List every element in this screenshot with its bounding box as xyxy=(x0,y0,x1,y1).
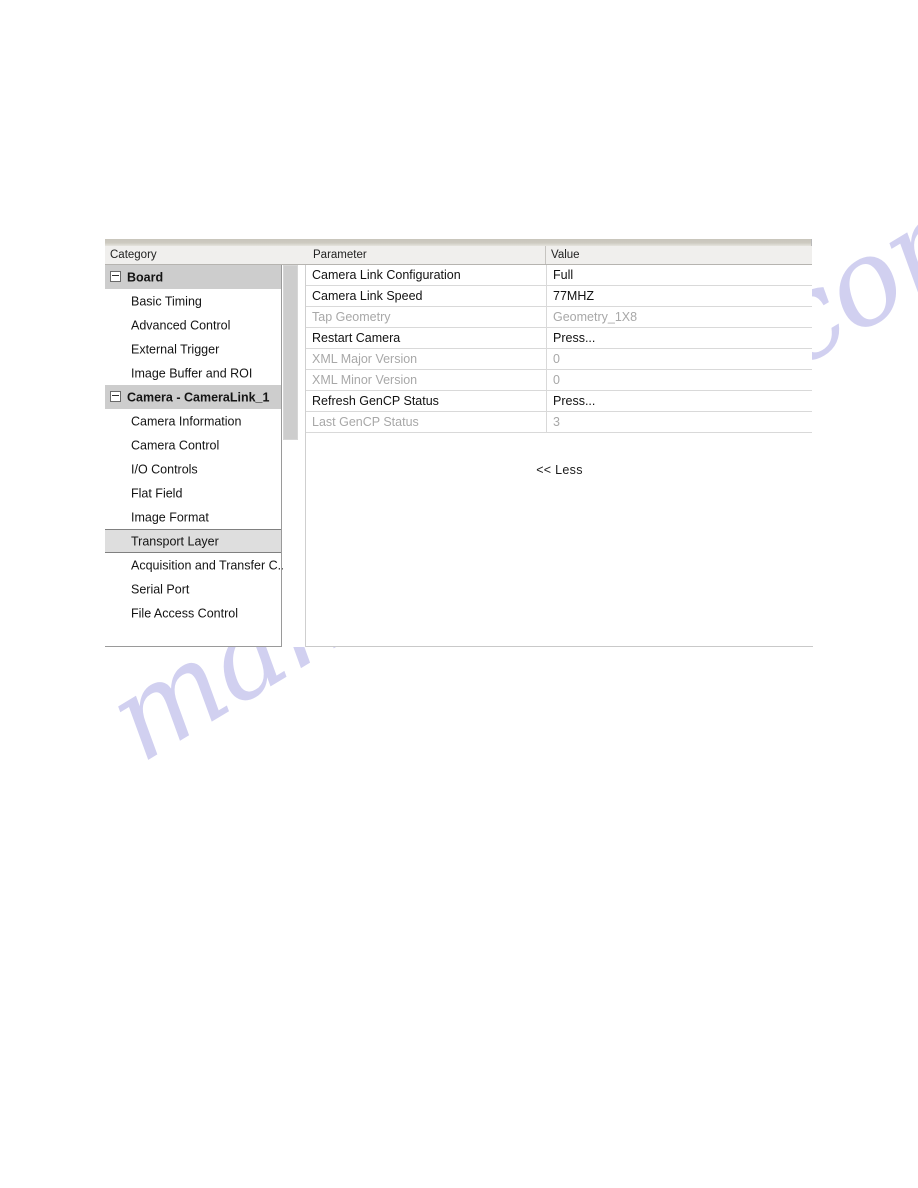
parameter-value-cell[interactable]: 77MHZ xyxy=(546,286,813,306)
camera-configuration-panel: Category Parameter Value Board Basic Timi… xyxy=(105,239,813,647)
tree-item-label: Transport Layer xyxy=(131,534,219,549)
tree-item-i-o-controls[interactable]: I/O Controls xyxy=(105,457,281,481)
parameter-value-cell: Geometry_1X8 xyxy=(546,307,813,327)
parameter-name-cell: Tap Geometry xyxy=(312,310,391,324)
parameter-row[interactable]: XML Minor Version 0 xyxy=(306,370,812,391)
category-tree: Board Basic Timing Advanced Control Externa… xyxy=(105,265,288,647)
parameter-name-cell: Last GenCP Status xyxy=(312,415,419,429)
parameter-name-cell: Restart Camera xyxy=(312,331,401,345)
parameter-name-cell: XML Major Version xyxy=(312,352,418,366)
tree-item-label: External Trigger xyxy=(131,342,220,357)
tree-item-transport-layer[interactable]: Transport Layer xyxy=(105,529,281,553)
column-header-parameter[interactable]: Parameter xyxy=(308,246,545,264)
tree-item-label: Serial Port xyxy=(131,582,190,597)
tree-item-label: Image Buffer and ROI xyxy=(131,366,253,381)
collapse-box-icon[interactable] xyxy=(110,391,121,403)
scrollbar-thumb[interactable] xyxy=(283,265,298,440)
tree-item-label: Acquisition and Transfer C... xyxy=(131,558,289,573)
tree-item-label: Camera Control xyxy=(131,438,220,453)
parameter-row[interactable]: Camera Link Speed 77MHZ xyxy=(306,286,812,307)
tree-item-label: Image Format xyxy=(131,510,209,525)
tree-item-label: Flat Field xyxy=(131,486,183,501)
tree-item-label: Camera Information xyxy=(131,414,242,429)
tree-item-image-format[interactable]: Image Format xyxy=(105,505,281,529)
tree-item-file-access-control[interactable]: File Access Control xyxy=(105,601,281,625)
collapse-box-icon[interactable] xyxy=(110,271,121,283)
parameter-row[interactable]: Refresh GenCP Status Press... xyxy=(306,391,812,412)
tree-item-camera-information[interactable]: Camera Information xyxy=(105,409,281,433)
tree-item-basic-timing[interactable]: Basic Timing xyxy=(105,289,281,313)
tree-item-board[interactable]: Board xyxy=(105,265,281,289)
column-header-category[interactable]: Category xyxy=(105,246,308,264)
tree-item-flat-field[interactable]: Flat Field xyxy=(105,481,281,505)
parameter-row[interactable]: Camera Link Configuration Full xyxy=(306,265,812,286)
tree-item-label: Camera - CameraLink_1 xyxy=(127,390,270,405)
tree-item-label: File Access Control xyxy=(131,606,238,621)
tree-item-camera-control[interactable]: Camera Control xyxy=(105,433,281,457)
parameter-value-cell: 3 xyxy=(546,412,813,432)
parameter-name-cell: Camera Link Configuration xyxy=(312,268,461,282)
tree-item-camera-cameralink-1[interactable]: Camera - CameraLink_1 xyxy=(105,385,281,409)
parameter-name-cell: Refresh GenCP Status xyxy=(312,394,439,408)
parameter-row[interactable]: XML Major Version 0 xyxy=(306,349,812,370)
parameter-value-cell[interactable]: Press... xyxy=(546,328,813,348)
parameter-name-cell: Camera Link Speed xyxy=(312,289,423,303)
parameter-row[interactable]: Last GenCP Status 3 xyxy=(306,412,812,433)
parameter-grid: Camera Link Configuration Full Camera Link… xyxy=(305,265,813,647)
category-tree-scrollbar[interactable] xyxy=(283,265,298,647)
tree-item-external-trigger[interactable]: External Trigger xyxy=(105,337,281,361)
tree-item-label: Board xyxy=(127,270,164,285)
panel-title-bar xyxy=(105,239,812,246)
tree-item-label: I/O Controls xyxy=(131,462,198,477)
parameter-value-cell: 0 xyxy=(546,370,813,390)
tree-item-advanced-control[interactable]: Advanced Control xyxy=(105,313,281,337)
less-row: << Less xyxy=(306,459,813,481)
column-header-value[interactable]: Value xyxy=(545,246,812,264)
parameter-value-cell[interactable]: Press... xyxy=(546,391,813,411)
parameter-value-cell: 0 xyxy=(546,349,813,369)
tree-item-label: Advanced Control xyxy=(131,318,231,333)
tree-item-serial-port[interactable]: Serial Port xyxy=(105,577,281,601)
parameter-row[interactable]: Restart Camera Press... xyxy=(306,328,812,349)
tree-item-label: Basic Timing xyxy=(131,294,202,309)
column-header-row: Category Parameter Value xyxy=(105,246,812,265)
parameter-name-cell: XML Minor Version xyxy=(312,373,418,387)
tree-item-acquisition-and-transfer-c[interactable]: Acquisition and Transfer C... xyxy=(105,553,288,577)
parameter-value-cell[interactable]: Full xyxy=(546,265,813,285)
tree-item-image-buffer-and-roi[interactable]: Image Buffer and ROI xyxy=(105,361,281,385)
grid-bottom-edge xyxy=(306,646,813,647)
less-link[interactable]: << Less xyxy=(536,459,583,481)
parameter-row[interactable]: Tap Geometry Geometry_1X8 xyxy=(306,307,812,328)
